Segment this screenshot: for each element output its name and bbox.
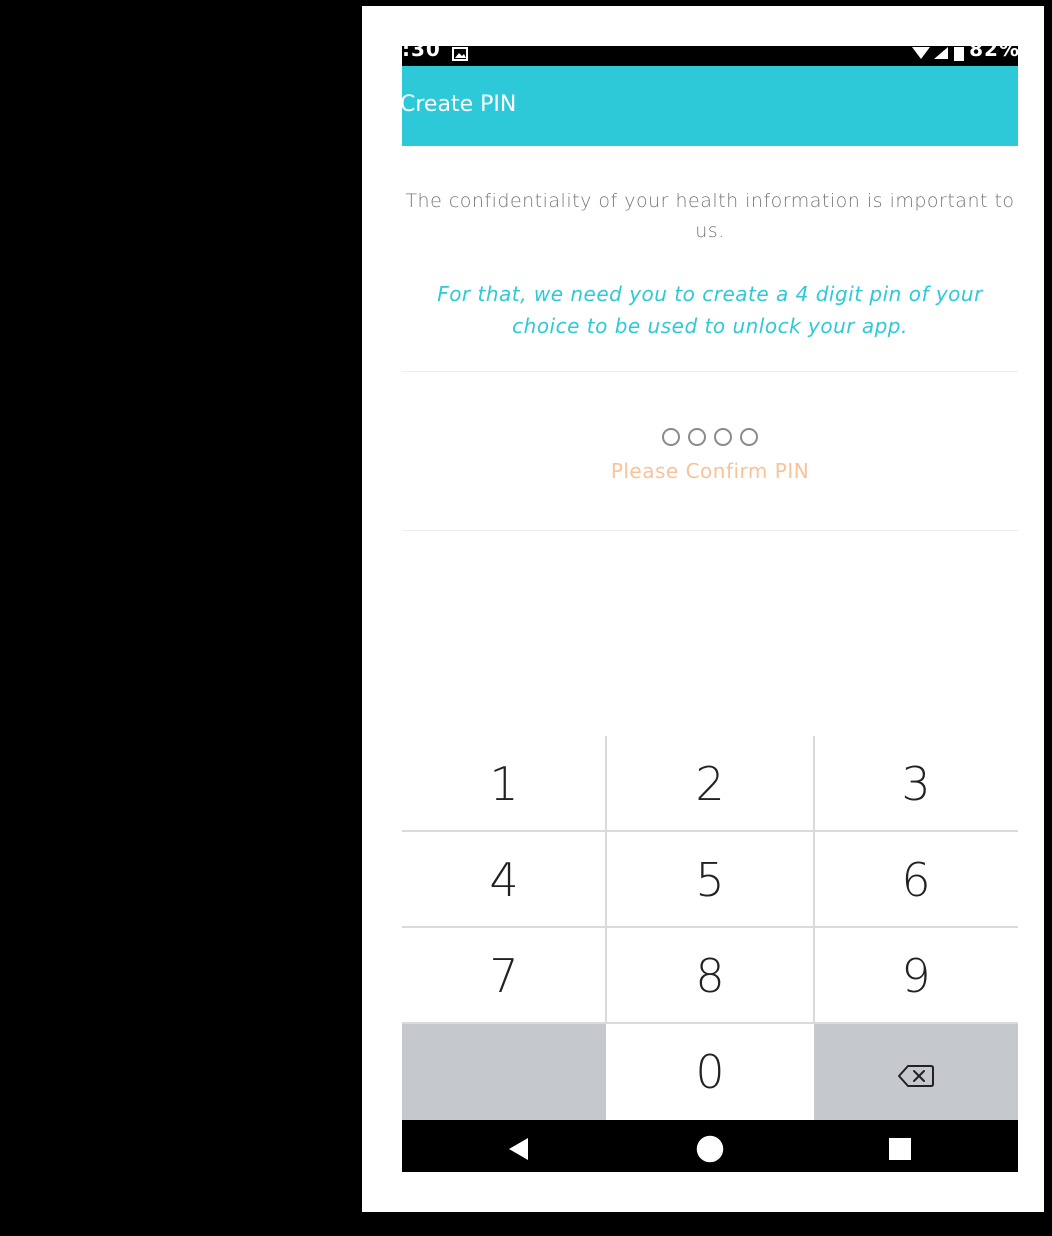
- navigation-bar: [402, 1120, 1018, 1172]
- pin-dot: [661, 428, 680, 446]
- key-8[interactable]: 8: [608, 928, 812, 1024]
- keypad-divider: [605, 736, 607, 1024]
- screenshot-frame: :30 ··· 82% Create PIN The confidentiali…: [362, 6, 1044, 1212]
- phone-screen: :30 ··· 82% Create PIN The confidentiali…: [402, 46, 1018, 1172]
- key-0[interactable]: 0: [606, 1024, 814, 1120]
- divider: [402, 530, 1018, 531]
- numeric-keypad: 1 2 3 4 5 6 7 8 9 0: [402, 736, 1018, 1120]
- more-notifications-icon: ···: [482, 46, 500, 53]
- pin-dot: [740, 428, 759, 446]
- home-icon[interactable]: [696, 1135, 724, 1167]
- key-1[interactable]: 1: [402, 736, 606, 832]
- pin-dot: [687, 428, 706, 446]
- battery-percent: 82%: [969, 46, 1018, 61]
- confidentiality-text: The confidentiality of your health infor…: [405, 190, 1015, 242]
- pin-indicator: [402, 428, 1018, 448]
- key-6[interactable]: 6: [814, 832, 1018, 928]
- keypad-divider: [402, 1022, 1018, 1024]
- backspace-icon: [898, 1045, 934, 1099]
- page-title: Create PIN: [402, 92, 517, 117]
- key-empty: [402, 1024, 606, 1120]
- status-time: :30: [402, 46, 441, 61]
- status-bar: :30 ··· 82%: [402, 46, 1018, 66]
- key-7[interactable]: 7: [402, 928, 606, 1024]
- key-3[interactable]: 3: [814, 736, 1018, 832]
- wifi-icon: [912, 46, 930, 65]
- key-9[interactable]: 9: [814, 928, 1018, 1024]
- back-icon[interactable]: [508, 1137, 530, 1165]
- divider: [402, 371, 1018, 372]
- keypad-divider: [813, 736, 815, 1024]
- app-bar: Create PIN: [402, 66, 1018, 146]
- pin-prompt: Please Confirm PIN: [610, 459, 810, 483]
- backspace-button[interactable]: [814, 1024, 1018, 1120]
- recents-icon[interactable]: [888, 1137, 912, 1165]
- pin-dot: [714, 428, 733, 446]
- keypad-divider: [402, 926, 1018, 928]
- key-5[interactable]: 5: [608, 832, 812, 928]
- key-4[interactable]: 4: [402, 832, 606, 928]
- battery-icon: [954, 46, 964, 65]
- image-icon: [452, 46, 468, 65]
- key-2[interactable]: 2: [608, 736, 812, 832]
- keypad-divider: [402, 830, 1018, 832]
- instruction-text: For that, we need you to create a 4 digi…: [437, 282, 983, 338]
- signal-icon: [934, 46, 948, 65]
